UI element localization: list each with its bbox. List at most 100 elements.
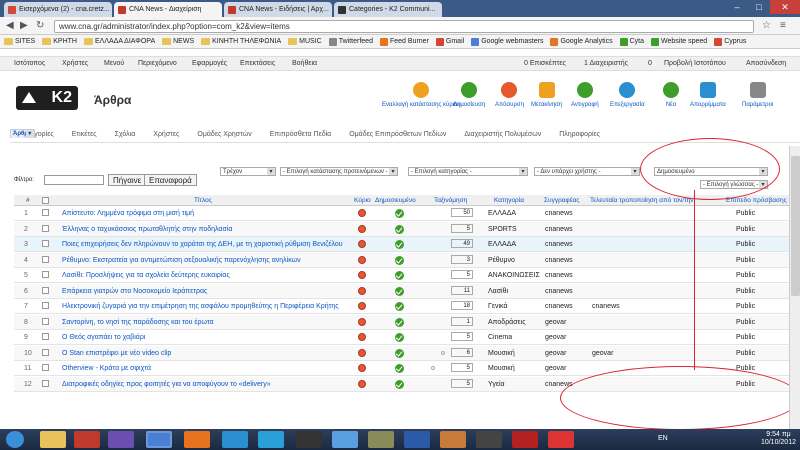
featured-toggle-icon[interactable] (358, 364, 366, 372)
featured-filter-select[interactable]: - Επιλογή κατάστασης προτεινόμενων - (280, 167, 398, 176)
tab-items[interactable]: Άρθρα (10, 129, 35, 138)
featured-toggle-icon[interactable] (358, 333, 366, 341)
published-check-icon[interactable] (395, 255, 404, 265)
published-check-icon[interactable] (395, 224, 404, 234)
item-title-link[interactable]: Otherview - Κράτα με σφιχτά (62, 365, 151, 372)
game-icon[interactable] (440, 431, 466, 448)
skype-icon[interactable] (258, 431, 284, 448)
go-button[interactable]: Πήγαινε (108, 174, 147, 186)
table-row[interactable]: 5 Λασίθι: Προσλήψεις για τα σχολεία δεύτε… (14, 268, 800, 283)
browser-tab-cna-news[interactable]: CNA News - Ειδήσεις | Αρχ... (224, 2, 332, 17)
col-published[interactable]: Δημοσιευμένο (375, 197, 416, 204)
tab-user-groups[interactable]: Ομάδες Χρηστών (188, 129, 260, 142)
bookmark-ellada[interactable]: ΕΛΛΑΔΑ ΔΙΑΦΟΡΑ (83, 38, 155, 45)
table-row[interactable]: 1 Απίστευτο: Λημμένα τρόφιμα στη μισή τιμ… (14, 206, 800, 221)
bookmark-cyprus[interactable]: Cyprus (714, 37, 746, 46)
category-filter-select[interactable]: - Επιλογή κατηγορίας - (408, 167, 528, 176)
word-icon[interactable] (404, 431, 430, 448)
move-button[interactable]: Μετακίνηση (531, 82, 562, 108)
new-button[interactable]: Νέο (663, 82, 679, 108)
ie-icon[interactable] (222, 431, 248, 448)
logout-link[interactable]: Αποσύνδεση (746, 60, 786, 67)
published-check-icon[interactable] (395, 302, 404, 311)
edit-button[interactable]: Επεξεργασία (610, 82, 645, 108)
row-checkbox[interactable] (42, 271, 49, 278)
pdf-icon[interactable] (548, 431, 574, 448)
tab-users[interactable]: Χρήστες (144, 129, 188, 142)
item-title-link[interactable]: Σαντορίνη, το νησί της παράδοσης και του… (62, 319, 214, 326)
featured-toggle-icon[interactable] (358, 271, 366, 279)
menu-menus[interactable]: Μενού (104, 60, 124, 67)
start-icon[interactable] (6, 431, 24, 448)
ordering-input[interactable]: 5 (451, 332, 473, 341)
star-bookmark-icon[interactable]: ☆ (762, 20, 771, 31)
item-title-link[interactable]: Ο Stan επιστρέφει με νέο video clip (62, 350, 171, 357)
unpublish-button[interactable]: Απόσυρση (495, 82, 524, 108)
item-title-link[interactable]: Ηλεκτρονική ζυγαριά για την επιμέτρηση τ… (62, 303, 339, 310)
tab-extra-field-groups[interactable]: Ομάδες Επιπρόσθετων Πεδίων (340, 129, 455, 142)
col-featured[interactable]: Κύριο (354, 197, 371, 204)
published-check-icon[interactable] (395, 379, 404, 389)
filter-input[interactable] (44, 175, 104, 185)
reload-icon[interactable]: ↻ (36, 20, 44, 31)
row-checkbox[interactable] (42, 379, 49, 387)
bookmark-feedburner[interactable]: Feed Burner (379, 37, 429, 46)
bookmark-gmail[interactable]: Gmail (435, 37, 464, 46)
bookmark-google-analytics[interactable]: Google Analytics (550, 37, 613, 46)
published-check-icon[interactable] (395, 271, 404, 280)
table-row[interactable]: 9 Ο Θεός αγαπάει το χαβιάρι 5 Cinema geovar P… (14, 330, 800, 345)
featured-toggle-icon[interactable] (358, 209, 366, 217)
ordering-input[interactable]: 5 (451, 363, 473, 372)
menu-site[interactable]: Ιστότοπος (14, 60, 45, 67)
table-row[interactable]: 3 Ποιες επιχειρήσεις δεν πληρώνουν το χαρ… (14, 237, 800, 252)
tab-comments[interactable]: Σχόλια (106, 129, 145, 142)
itunes-icon[interactable] (332, 431, 358, 448)
ordering-input[interactable]: 5 (451, 378, 473, 388)
menu-users[interactable]: Χρήστες (62, 60, 88, 67)
tab-information[interactable]: Πληροφορίες (550, 129, 609, 142)
bookmark-news[interactable]: NEWS (162, 38, 194, 45)
row-checkbox[interactable] (42, 333, 49, 340)
table-row[interactable]: 6 Επάρκεια γιατρών στο Νοσοκομείο Ιεράπετ… (14, 283, 800, 299)
minimize-icon[interactable]: – (726, 0, 748, 14)
featured-toggle-icon[interactable] (358, 317, 366, 326)
featured-toggle-icon[interactable] (358, 286, 366, 295)
col-access[interactable]: Επίπεδο πρόσβασης (726, 197, 787, 204)
featured-toggle-icon[interactable] (358, 224, 366, 233)
menu-content[interactable]: Περιεχόμενο (138, 60, 177, 67)
firefox-icon[interactable] (184, 431, 210, 448)
blackberry-icon[interactable] (296, 431, 322, 448)
row-checkbox[interactable] (42, 348, 49, 356)
row-checkbox[interactable] (42, 302, 49, 309)
menu-help[interactable]: Βοήθεια (292, 60, 317, 67)
item-title-link[interactable]: Ρέθυμνο: Εκστρατεία για αντιμετώπιση σεξ… (62, 257, 301, 264)
item-title-link[interactable]: Διατροφικές οδηγίες προς φοιτητές για να… (62, 381, 271, 388)
published-check-icon[interactable] (395, 240, 404, 249)
tab-extra-fields[interactable]: Επιπρόσθετα Πεδία (261, 129, 340, 142)
bookmark-cyta[interactable]: Cyta (619, 37, 644, 46)
filezilla-icon[interactable] (512, 431, 538, 448)
table-row[interactable]: 2 Έλληνας ο ταχυκάσσιος πρωταθλητής στην … (14, 221, 800, 237)
ordering-input[interactable]: 1 (451, 316, 473, 326)
item-title-link[interactable]: Έλληνας ο ταχυκάσσιος πρωταθλητής στην π… (62, 226, 232, 233)
featured-toggle-icon[interactable] (358, 348, 366, 357)
browser-tab-gmail[interactable]: Εισερχόμενα (2) - cna.cretz... (4, 2, 112, 17)
parameters-button[interactable]: Παράμετροι (742, 82, 773, 108)
bookmark-twitterfeed[interactable]: Twitterfeed (328, 37, 373, 46)
tools-icon[interactable] (368, 431, 394, 448)
bookmark-music[interactable]: MUSIC (288, 38, 322, 45)
copy-button[interactable]: Αντιγραφή (571, 82, 599, 108)
published-check-icon[interactable] (395, 209, 404, 218)
ordering-input[interactable]: 5 (451, 270, 473, 279)
pc-app-icon[interactable] (74, 431, 100, 448)
publish-button[interactable]: Δημοσίευση (453, 82, 485, 108)
col-title[interactable]: Τίτλος (194, 197, 212, 204)
row-checkbox[interactable] (42, 364, 49, 371)
item-title-link[interactable]: Επάρκεια γιατρών στο Νοσοκομείο Ιεράπετρ… (62, 288, 207, 295)
maximize-icon[interactable]: □ (748, 0, 770, 14)
menu-components[interactable]: Εφαρμογές (192, 60, 227, 67)
url-input[interactable]: www.cna.gr/administrator/index.php?optio… (54, 20, 754, 33)
row-checkbox[interactable] (42, 224, 49, 232)
item-title-link[interactable]: Λασίθι: Προσλήψεις για τα σχολεία δεύτερ… (62, 272, 230, 279)
bookmark-sites[interactable]: SITES (4, 38, 35, 45)
